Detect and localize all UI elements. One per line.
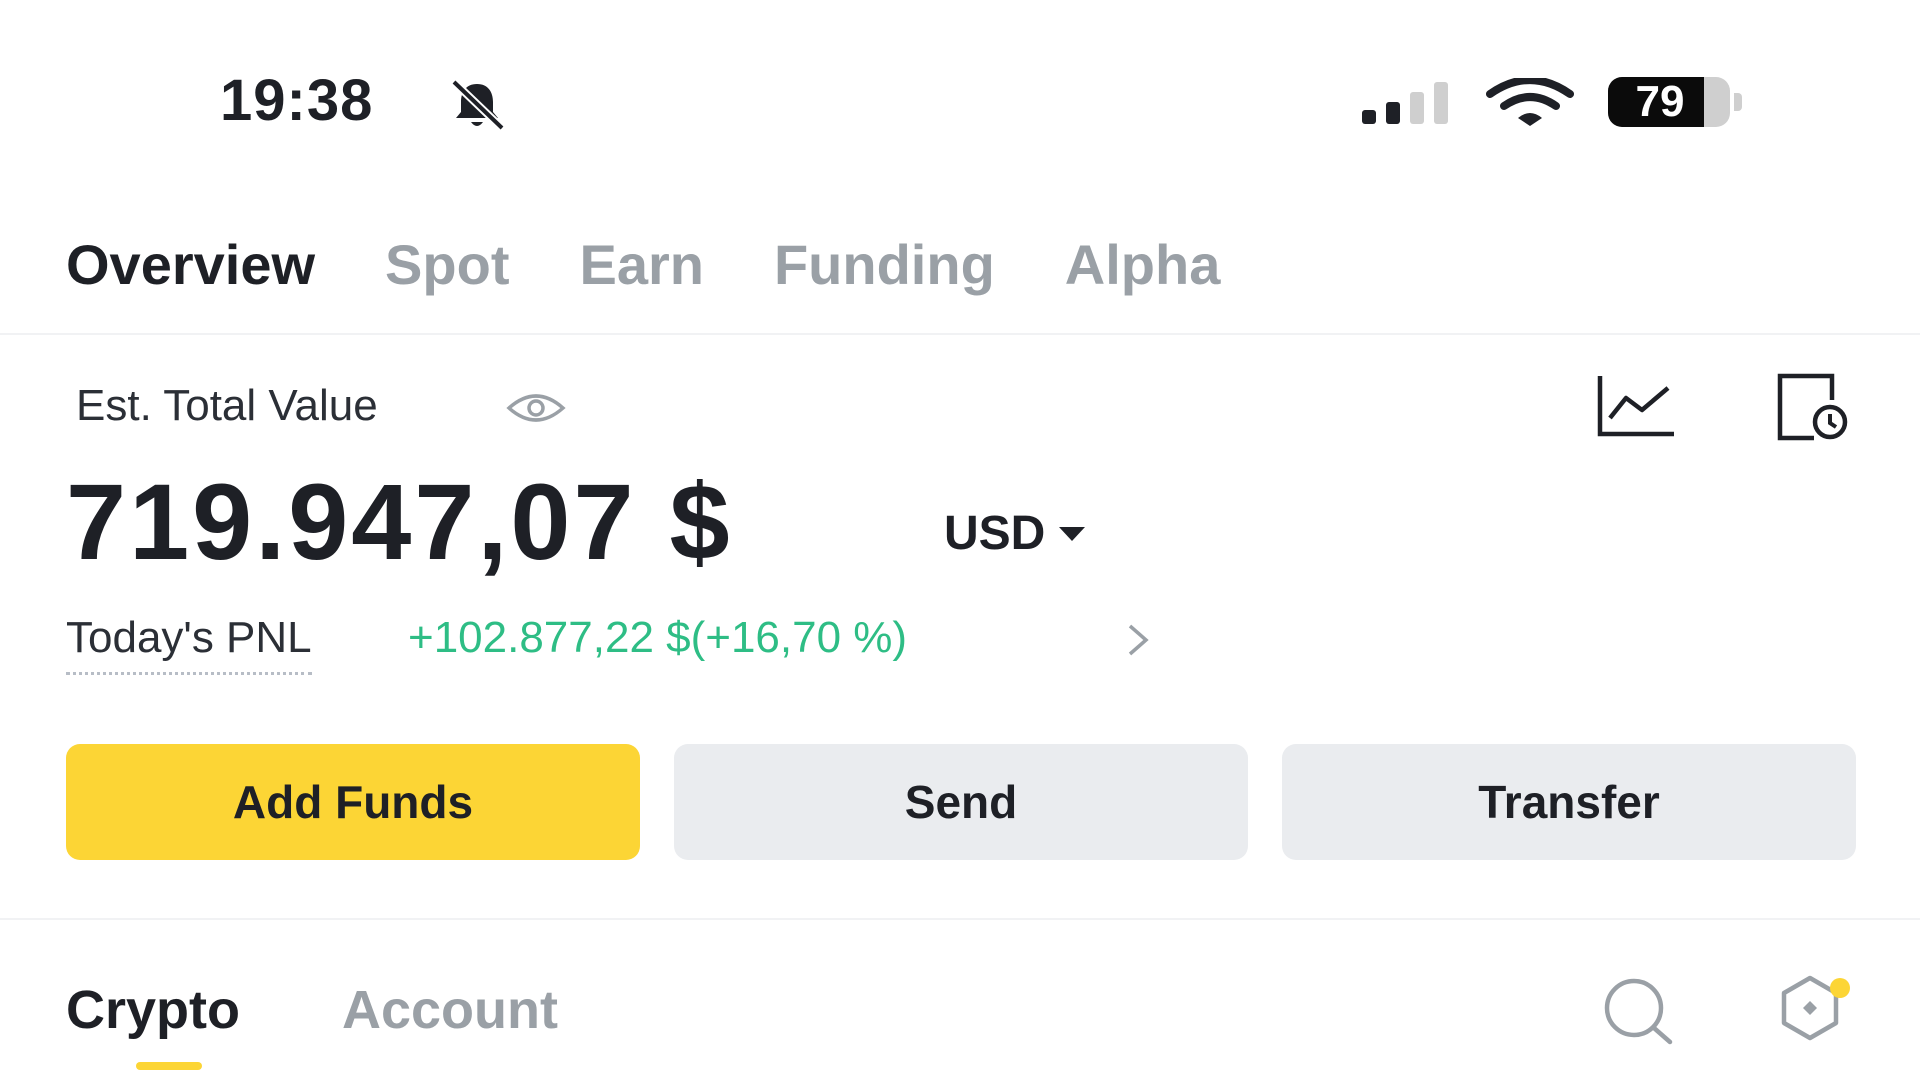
pnl-label[interactable]: Today's PNL	[66, 610, 312, 675]
divider	[0, 333, 1920, 335]
divider	[0, 918, 1920, 920]
currency-label: USD	[944, 507, 1046, 560]
tab-spot[interactable]: Spot	[385, 228, 509, 308]
search-icon[interactable]	[1596, 976, 1676, 1046]
send-button[interactable]: Send	[674, 744, 1248, 860]
status-bar: 19:38 79	[0, 0, 1920, 200]
active-tab-indicator	[136, 1062, 202, 1070]
currency-selector[interactable]: USD	[944, 504, 1087, 564]
status-time: 19:38	[220, 68, 374, 133]
total-value-label: Est. Total Value	[76, 381, 378, 430]
transfer-button[interactable]: Transfer	[1282, 744, 1856, 860]
tab-account[interactable]: Account	[342, 976, 558, 1044]
top-tab-bar: Overview Spot Earn Funding Alpha	[66, 228, 1290, 308]
battery-level: 79	[1635, 77, 1685, 126]
tab-earn[interactable]: Earn	[579, 228, 704, 308]
cellular-signal-icon	[1362, 82, 1448, 124]
wifi-icon	[1486, 78, 1574, 126]
tab-crypto[interactable]: Crypto	[66, 976, 240, 1044]
battery-icon: 79	[1608, 77, 1744, 127]
battery-body: 79	[1608, 77, 1730, 127]
total-value-amount: 719.947,07 $	[66, 461, 733, 582]
battery-cap	[1734, 93, 1742, 111]
caret-down-icon	[1059, 527, 1086, 541]
notification-dot	[1830, 978, 1850, 998]
wallet-overview-screen: 19:38 79 Overview Spot Earn Funding Alph…	[0, 0, 1920, 1080]
chart-icon[interactable]	[1596, 372, 1676, 438]
chevron-right-icon[interactable]	[1124, 622, 1152, 658]
tab-overview[interactable]: Overview	[66, 228, 315, 308]
pnl-value: +102.877,22 $(+16,70 %)	[408, 613, 908, 662]
eye-icon[interactable]	[506, 390, 566, 426]
add-funds-button[interactable]: Add Funds	[66, 744, 640, 860]
bell-muted-icon	[451, 79, 505, 131]
tab-alpha[interactable]: Alpha	[1065, 228, 1221, 308]
history-icon[interactable]	[1774, 370, 1850, 442]
tab-funding[interactable]: Funding	[774, 228, 995, 308]
